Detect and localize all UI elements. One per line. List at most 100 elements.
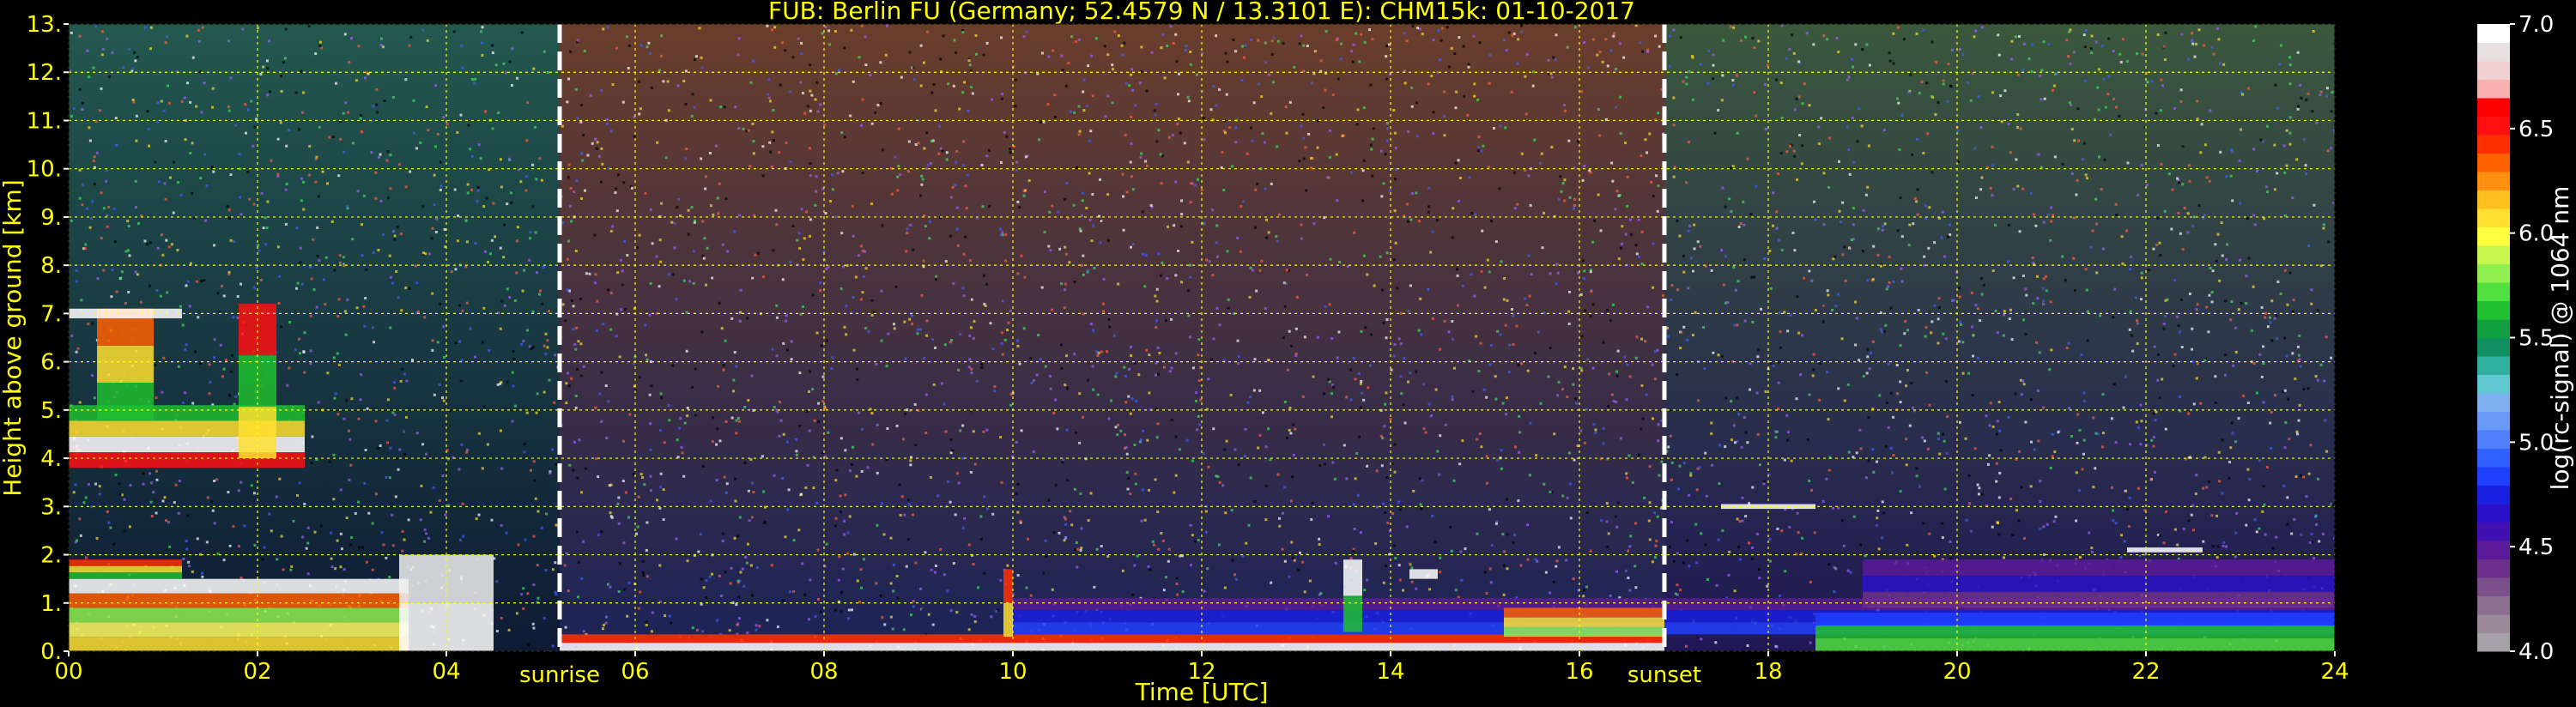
noise-pixel bbox=[115, 143, 118, 147]
noise-pixel bbox=[1002, 299, 1005, 303]
noise-pixel bbox=[98, 485, 101, 488]
noise-pixel bbox=[401, 529, 404, 533]
noise-pixel bbox=[2264, 185, 2268, 189]
noise-pixel bbox=[736, 535, 739, 538]
noise-pixel bbox=[579, 374, 583, 378]
noise-pixel bbox=[598, 392, 602, 396]
noise-pixel bbox=[751, 122, 755, 125]
noise-pixel bbox=[340, 547, 343, 551]
noise-pixel bbox=[2136, 322, 2139, 325]
noise-pixel bbox=[1431, 317, 1434, 320]
noise-pixel bbox=[1625, 398, 1628, 402]
noise-pixel bbox=[1850, 57, 1853, 61]
noise-pixel bbox=[544, 353, 548, 356]
noise-pixel bbox=[1145, 164, 1149, 167]
noise-pixel bbox=[129, 484, 132, 487]
noise-pixel bbox=[1691, 334, 1694, 337]
noise-pixel bbox=[1657, 423, 1660, 426]
noise-pixel bbox=[1996, 420, 1999, 423]
noise-pixel bbox=[1333, 477, 1336, 480]
noise-pixel bbox=[1030, 381, 1033, 384]
noise-pixel bbox=[924, 166, 928, 170]
noise-pixel bbox=[128, 254, 131, 257]
noise-pixel bbox=[134, 59, 137, 63]
noise-pixel bbox=[2112, 316, 2115, 319]
noise-pixel bbox=[1619, 132, 1622, 136]
noise-pixel bbox=[844, 493, 847, 497]
noise-pixel bbox=[2186, 212, 2190, 215]
noise-pixel bbox=[1786, 438, 1790, 442]
noise-pixel bbox=[1454, 161, 1458, 165]
noise-pixel bbox=[1499, 124, 1502, 128]
noise-pixel bbox=[641, 559, 645, 563]
noise-pixel bbox=[236, 294, 239, 298]
noise-pixel bbox=[1686, 539, 1689, 542]
noise-pixel bbox=[222, 294, 226, 298]
noise-pixel bbox=[1022, 194, 1026, 197]
noise-pixel bbox=[1480, 269, 1483, 273]
noise-pixel bbox=[1009, 403, 1013, 407]
noise-pixel bbox=[2123, 540, 2126, 543]
noise-pixel bbox=[1840, 337, 1844, 341]
noise-pixel bbox=[350, 397, 354, 401]
noise-pixel bbox=[800, 208, 803, 211]
noise-pixel bbox=[84, 556, 88, 559]
noise-pixel bbox=[2095, 271, 2099, 275]
noise-pixel bbox=[276, 172, 280, 176]
noise-pixel bbox=[520, 593, 524, 596]
noise-pixel bbox=[1557, 197, 1561, 201]
noise-pixel bbox=[944, 260, 948, 263]
noise-pixel bbox=[762, 275, 766, 279]
noise-pixel bbox=[1047, 55, 1051, 58]
noise-pixel bbox=[1682, 561, 1685, 565]
noise-pixel bbox=[2252, 362, 2256, 366]
noise-pixel bbox=[690, 206, 694, 209]
noise-pixel bbox=[106, 510, 109, 513]
noise-pixel bbox=[139, 300, 142, 304]
noise-pixel bbox=[914, 142, 918, 146]
noise-pixel bbox=[172, 211, 175, 215]
noise-pixel bbox=[2012, 187, 2015, 190]
noise-pixel bbox=[379, 153, 382, 156]
noise-pixel bbox=[1327, 515, 1330, 518]
noise-pixel bbox=[2195, 377, 2198, 380]
noise-pixel bbox=[1678, 464, 1682, 468]
noise-pixel bbox=[1077, 133, 1081, 136]
noise-pixel bbox=[460, 443, 464, 446]
noise-pixel bbox=[1797, 60, 1801, 63]
noise-pixel bbox=[1276, 39, 1280, 43]
noise-pixel bbox=[529, 231, 532, 234]
noise-pixel bbox=[1025, 586, 1028, 589]
noise-pixel bbox=[904, 357, 907, 360]
noise-pixel bbox=[1933, 241, 1937, 245]
noise-pixel bbox=[773, 474, 776, 477]
noise-pixel bbox=[408, 44, 411, 47]
noise-pixel bbox=[1310, 518, 1313, 522]
noise-pixel bbox=[1593, 219, 1597, 222]
noise-pixel bbox=[389, 275, 392, 279]
noise-pixel bbox=[1922, 522, 1925, 525]
noise-pixel bbox=[930, 139, 933, 142]
noise-pixel bbox=[1506, 498, 1509, 501]
noise-pixel bbox=[372, 105, 375, 108]
noise-pixel bbox=[2245, 274, 2248, 277]
noise-pixel bbox=[1817, 142, 1821, 145]
noise-pixel bbox=[2054, 515, 2058, 518]
noise-pixel bbox=[673, 246, 676, 250]
noise-pixel bbox=[2298, 403, 2301, 407]
noise-pixel bbox=[491, 44, 494, 47]
noise-pixel bbox=[2016, 112, 2020, 116]
noise-pixel bbox=[2131, 349, 2135, 353]
noise-pixel bbox=[1855, 317, 1858, 320]
noise-pixel bbox=[967, 628, 971, 631]
noise-pixel bbox=[626, 614, 629, 618]
noise-pixel bbox=[1385, 565, 1388, 568]
noise-pixel bbox=[2234, 350, 2238, 354]
noise-pixel bbox=[572, 328, 575, 331]
noise-pixel bbox=[667, 273, 670, 276]
noise-pixel bbox=[1634, 244, 1638, 247]
noise-pixel bbox=[1067, 61, 1070, 64]
noise-pixel bbox=[1368, 28, 1372, 32]
noise-pixel bbox=[659, 392, 663, 396]
noise-pixel bbox=[1865, 43, 1869, 46]
